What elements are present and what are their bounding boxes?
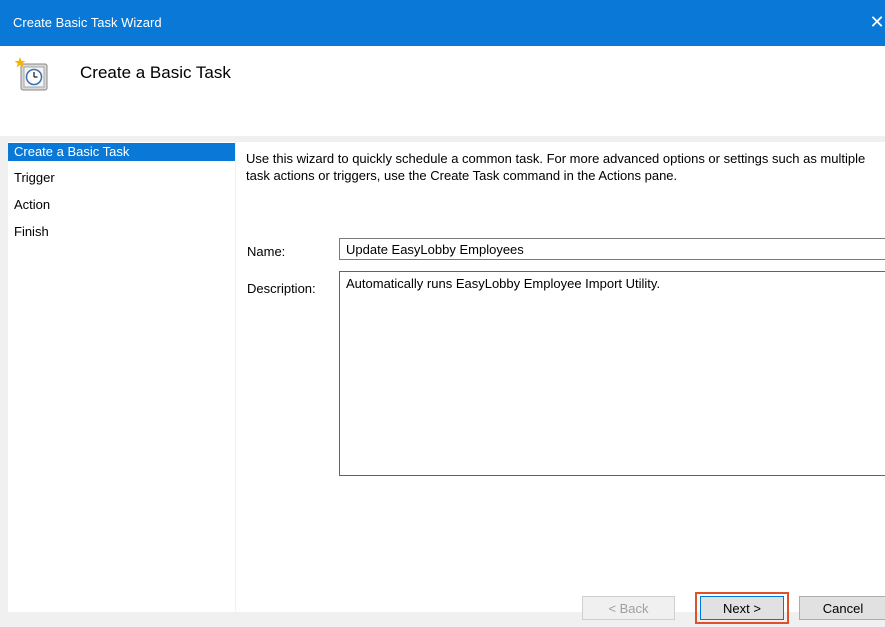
wizard-header: Create a Basic Task	[0, 46, 885, 136]
step-trigger[interactable]: Trigger	[8, 169, 235, 187]
description-field[interactable]: Automatically runs EasyLobby Employee Im…	[339, 271, 885, 476]
close-icon[interactable]: ✕	[867, 12, 885, 33]
wizard-content: Use this wizard to quickly schedule a co…	[236, 142, 885, 612]
back-button[interactable]: < Back	[582, 596, 675, 620]
name-field[interactable]	[339, 238, 885, 260]
name-label: Name:	[247, 244, 286, 259]
step-action[interactable]: Action	[8, 196, 235, 214]
next-button[interactable]: Next >	[700, 596, 784, 620]
next-button-highlight: Next >	[695, 592, 789, 624]
title-bar: Create Basic Task Wizard ✕	[0, 0, 885, 46]
description-label: Description:	[247, 281, 316, 296]
wizard-window: Create a Basic Task Create a Basic Task …	[0, 46, 885, 627]
wizard-steps-pane: Create a Basic Task Trigger Action Finis…	[8, 142, 235, 612]
step-create-basic-task[interactable]: Create a Basic Task	[8, 143, 235, 161]
cancel-button[interactable]: Cancel	[799, 596, 885, 620]
page-title: Create a Basic Task	[80, 63, 231, 82]
scheduled-task-clock-icon	[15, 57, 48, 91]
step-finish[interactable]: Finish	[8, 223, 235, 241]
intro-text: Use this wizard to quickly schedule a co…	[246, 151, 866, 183]
button-bar: < Back Next > Cancel	[0, 592, 885, 626]
window-title: Create Basic Task Wizard	[13, 15, 162, 30]
